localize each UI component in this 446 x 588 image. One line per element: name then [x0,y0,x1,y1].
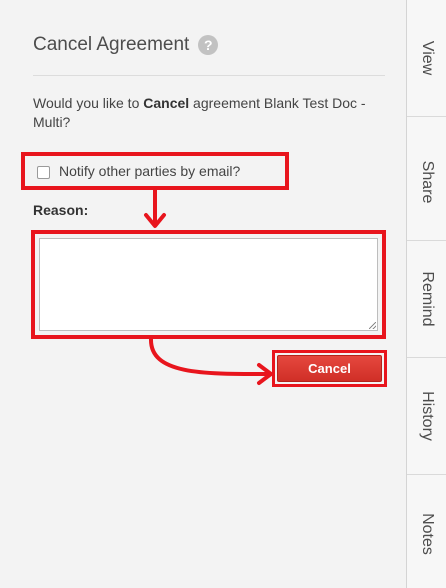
tab-remind-label: Remind [419,271,436,327]
tab-view-label: View [419,40,436,76]
tab-share-label: Share [419,160,436,204]
tab-remind[interactable]: Remind [407,241,446,358]
tab-history-label: History [419,391,436,441]
tab-notes[interactable]: Notes [407,475,446,588]
tab-view[interactable]: View [407,0,446,117]
tab-share[interactable]: Share [407,124,446,241]
tab-history[interactable]: History [407,358,446,475]
side-tabs: View Share Remind History Notes [406,0,446,588]
annotation-arrows [144,188,273,385]
tab-notes-label: Notes [419,512,436,555]
arrow-icon [148,337,272,377]
